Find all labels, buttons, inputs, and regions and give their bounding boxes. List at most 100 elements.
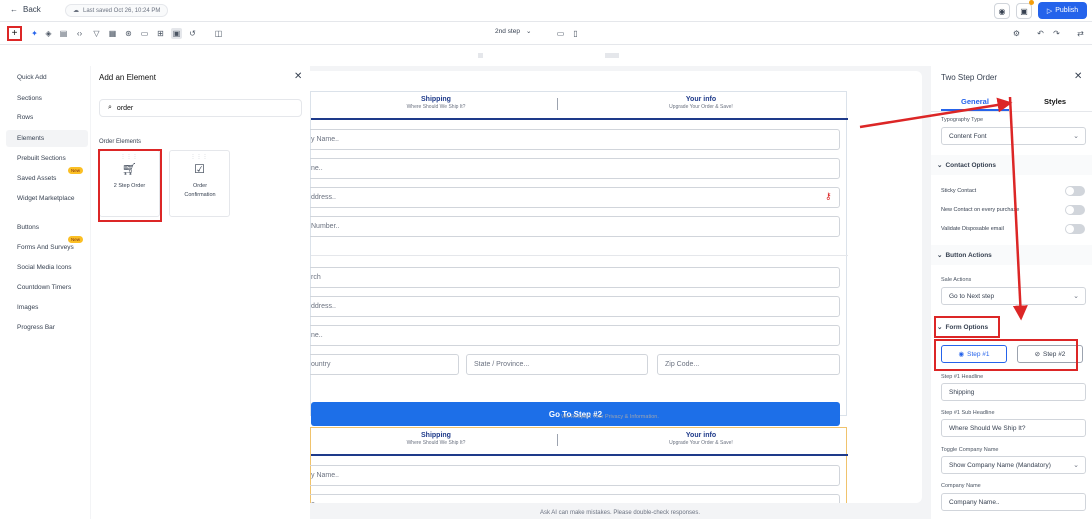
- nav-sections[interactable]: Sections: [17, 95, 42, 102]
- step-headline: Shipping: [421, 432, 451, 439]
- save-icon: ▣: [1020, 6, 1028, 16]
- save-button[interactable]: ▣: [1016, 3, 1032, 19]
- element-card-order-confirmation[interactable]: ⋮⋮⋮ ☑ Order Confirmation: [169, 150, 230, 217]
- phone-field[interactable]: Number..: [310, 216, 840, 237]
- step-2-header[interactable]: Your info Upgrade Your Order & Save!: [636, 96, 766, 110]
- chevron-down-icon: ⌄: [937, 162, 943, 169]
- typography-label: Typography Type: [941, 117, 984, 123]
- zip-field[interactable]: Zip Code...: [657, 354, 840, 375]
- step-header: Shipping Where Should We Ship It? Your in…: [311, 428, 848, 456]
- two-step-order-form[interactable]: Shipping Where Should We Ship It? Your in…: [310, 91, 848, 426]
- step-select[interactable]: 2nd step ⌄: [495, 27, 531, 36]
- sparkle-icon[interactable]: ✦: [29, 28, 40, 39]
- step-2-header[interactable]: Your info Upgrade Your Order & Save!: [636, 432, 766, 446]
- layout-icon[interactable]: ▭: [139, 28, 150, 39]
- left-nav: Quick Add Sections Rows Elements Prebuil…: [0, 66, 90, 519]
- two-step-order-form-copy[interactable]: Shipping Where Should We Ship It? Your in…: [310, 427, 848, 503]
- company-name-input[interactable]: Company Name..: [941, 493, 1086, 511]
- step1-headline-label: Step #1 Headline: [941, 374, 984, 380]
- toolbar: + ✦ ◈ ▤ ‹› ▽ ▦ ⊛ ▭ ⊞ ▣ ↺ ◫ 2nd step ⌄ ▭ ▯…: [0, 23, 1092, 45]
- settings-panel: Two Step Order ✕ General Styles Typograp…: [930, 66, 1092, 519]
- nav-progress-bar[interactable]: Progress Bar: [17, 324, 55, 331]
- typography-select[interactable]: Content Font ⌄: [941, 127, 1086, 145]
- step-sub: Where Should We Ship It?: [406, 104, 466, 110]
- ruler-strip: [0, 45, 1092, 66]
- funnel-icon[interactable]: ▽: [91, 28, 102, 39]
- nav-prebuilt-sections[interactable]: Prebuilt Sections: [17, 155, 66, 162]
- divider: [557, 434, 558, 446]
- nav-widget-marketplace[interactable]: Widget Marketplace: [17, 195, 74, 202]
- settings-icon[interactable]: ⚙: [1011, 28, 1022, 39]
- company-name-field[interactable]: y Name..: [310, 465, 840, 486]
- cloud-icon: ☁: [73, 8, 79, 14]
- page-preview: Shipping Where Should We Ship It? Your in…: [310, 71, 922, 503]
- divider: [557, 98, 558, 110]
- plus-icon: +: [11, 28, 18, 39]
- page-icon[interactable]: ▤: [58, 28, 69, 39]
- company-name-field[interactable]: y Name..: [310, 129, 840, 150]
- code-icon[interactable]: ‹›: [74, 28, 85, 39]
- grid-icon[interactable]: ▦: [107, 28, 118, 39]
- key-icon: ⚷: [825, 191, 832, 201]
- redo-action-icon[interactable]: ↷: [1051, 28, 1062, 39]
- nav-elements[interactable]: Elements: [17, 135, 44, 142]
- ai-icon[interactable]: ⊛: [123, 28, 134, 39]
- nav-quick-add[interactable]: Quick Add: [17, 74, 47, 81]
- notification-dot: [1029, 0, 1034, 5]
- canvas: Shipping Where Should We Ship It? Your in…: [310, 66, 930, 519]
- search-address-field[interactable]: rch: [310, 267, 840, 288]
- step1-sub-label: Step #1 Sub Headline: [941, 410, 995, 416]
- image-icon[interactable]: ▣: [171, 28, 182, 39]
- country-field[interactable]: ountry: [310, 354, 459, 375]
- panel-icon[interactable]: ◫: [213, 28, 224, 39]
- nav-social-media-icons[interactable]: Social Media Icons: [17, 264, 72, 271]
- close-icon[interactable]: ✕: [294, 71, 302, 82]
- step-sub: Where Should We Ship It?: [406, 440, 466, 446]
- nav-rows[interactable]: Rows: [17, 114, 33, 121]
- sticky-contact-toggle[interactable]: [1065, 186, 1085, 196]
- search-input[interactable]: ⌕ order: [99, 99, 302, 117]
- nav-images[interactable]: Images: [17, 304, 38, 311]
- name-field[interactable]: ne..: [310, 158, 840, 179]
- send-icon: ▷: [1046, 7, 1053, 15]
- company-name-label: Company Name: [941, 483, 981, 489]
- nav-buttons[interactable]: Buttons: [17, 224, 39, 231]
- step1-sub-input[interactable]: Where Should We Ship It?: [941, 419, 1086, 437]
- preview-button[interactable]: ◉: [994, 3, 1010, 19]
- step-header: Shipping Where Should We Ship It? Your in…: [311, 92, 848, 120]
- tab-general[interactable]: General: [961, 97, 989, 106]
- nav-saved-assets[interactable]: Saved Assets: [17, 175, 56, 182]
- step-1-header[interactable]: Shipping Where Should We Ship It?: [371, 432, 501, 446]
- close-icon[interactable]: ✕: [1074, 71, 1082, 82]
- divider: [311, 255, 848, 256]
- sale-actions-select[interactable]: Go to Next step ⌄: [941, 287, 1086, 305]
- toggle-company-select[interactable]: Show Company Name (Mandatory) ⌄: [941, 456, 1086, 474]
- add-element-panel: Add an Element ✕ ⌕ order Order Elements ⋮…: [90, 66, 310, 519]
- add-element-button[interactable]: +: [7, 26, 22, 41]
- step-1-header[interactable]: Shipping Where Should We Ship It?: [371, 96, 501, 110]
- step1-headline-input[interactable]: Shipping: [941, 383, 1086, 401]
- mobile-icon[interactable]: ▯: [570, 28, 581, 39]
- new-contact-toggle[interactable]: [1065, 205, 1085, 215]
- address-field[interactable]: ddress..: [310, 296, 840, 317]
- name-field[interactable]: e: [310, 494, 840, 503]
- button-actions-section[interactable]: ⌄ Button Actions: [931, 245, 1092, 265]
- desktop-icon[interactable]: ▭: [555, 28, 566, 39]
- undo-icon[interactable]: ↺: [187, 28, 198, 39]
- nav-forms-and-surveys[interactable]: Forms And Surveys: [17, 244, 74, 251]
- email-field[interactable]: ddress..: [310, 187, 840, 208]
- chevron-down-icon: ⌄: [1073, 293, 1079, 300]
- nav-countdown-timers[interactable]: Countdown Timers: [17, 284, 71, 291]
- validate-email-toggle[interactable]: [1065, 224, 1085, 234]
- undo-action-icon[interactable]: ↶: [1035, 28, 1046, 39]
- toggle-label: New Contact on every purchase: [941, 207, 1020, 213]
- table-icon[interactable]: ⊞: [155, 28, 166, 39]
- state-field[interactable]: State / Province...: [466, 354, 648, 375]
- swap-icon[interactable]: ⇄: [1075, 28, 1086, 39]
- tab-styles[interactable]: Styles: [1044, 97, 1066, 106]
- contact-options-section[interactable]: ⌄ Contact Options: [931, 155, 1092, 175]
- publish-button[interactable]: ▷ Publish: [1038, 2, 1087, 19]
- back-button[interactable]: ← Back: [10, 5, 41, 14]
- city-field[interactable]: ne..: [310, 325, 840, 346]
- layers-icon[interactable]: ◈: [43, 28, 54, 39]
